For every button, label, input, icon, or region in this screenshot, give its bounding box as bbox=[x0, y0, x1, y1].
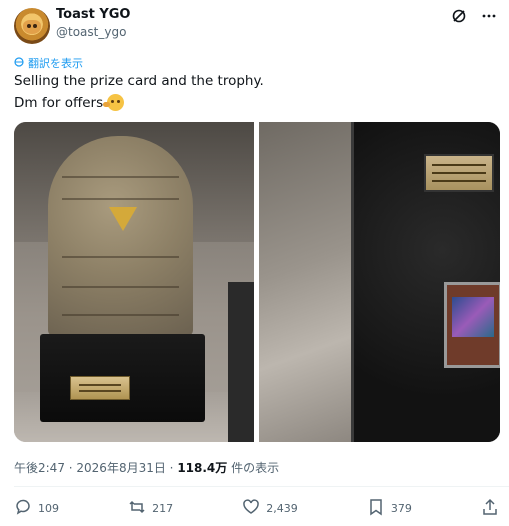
nameplate-text-line bbox=[432, 172, 486, 174]
tweet-text-line2-container: Dm for offers bbox=[14, 94, 125, 111]
author-handle[interactable]: @toast_ygo bbox=[56, 25, 126, 39]
translate-label[interactable]: 翻訳を表示 bbox=[28, 55, 83, 71]
more-icon[interactable] bbox=[479, 6, 499, 26]
tweet-text-line2: Dm for offers bbox=[14, 94, 104, 111]
tablet-carving bbox=[62, 286, 179, 288]
like-icon bbox=[242, 498, 260, 519]
translate-icon bbox=[14, 56, 24, 70]
tweet-time[interactable]: 午後2:47 bbox=[14, 461, 65, 475]
stone-tablet-trophy bbox=[48, 136, 193, 336]
prize-card bbox=[444, 282, 500, 368]
tablet-carving bbox=[62, 198, 179, 200]
view-count: 118.4万 bbox=[177, 461, 228, 475]
translate-link[interactable]: 翻訳を表示 bbox=[14, 55, 83, 71]
tweet-media[interactable] bbox=[14, 122, 500, 442]
repost-count: 217 bbox=[152, 502, 174, 515]
trophy-photo[interactable] bbox=[14, 122, 254, 442]
view-count-label: 件の表示 bbox=[231, 461, 280, 475]
tablet-carving bbox=[62, 256, 179, 258]
grok-icon[interactable] bbox=[449, 6, 469, 26]
share-button[interactable] bbox=[481, 498, 499, 519]
plaque-text-line bbox=[79, 390, 121, 392]
nameplate-text-line bbox=[432, 180, 486, 182]
photo-cloth bbox=[259, 122, 354, 442]
tweet-timestamp[interactable]: 午後2:47 · 2026年8月31日 · 118.4万 件の表示 bbox=[14, 459, 279, 476]
repost-button[interactable]: 217 bbox=[128, 498, 173, 519]
repost-icon bbox=[128, 498, 146, 519]
bookmark-button[interactable]: 379 bbox=[367, 498, 412, 519]
reply-count: 109 bbox=[38, 502, 59, 515]
author-name[interactable]: Toast YGO bbox=[56, 7, 130, 22]
tweet-text-line1: Selling the prize card and the trophy. bbox=[14, 73, 264, 89]
millennium-puzzle-emblem bbox=[109, 207, 137, 231]
tablet-carving bbox=[62, 314, 179, 316]
bookmark-count: 379 bbox=[390, 502, 412, 515]
tweet-top-actions bbox=[449, 6, 499, 26]
share-icon bbox=[481, 498, 499, 519]
display-case bbox=[351, 122, 500, 442]
reply-icon bbox=[14, 498, 32, 519]
photo-box-edge bbox=[228, 282, 254, 442]
like-count: 2,439 bbox=[266, 502, 298, 515]
tablet-carving bbox=[62, 176, 179, 178]
face-emoji-icon bbox=[103, 94, 125, 111]
prize-card-photo[interactable] bbox=[259, 122, 500, 442]
like-button[interactable]: 2,439 bbox=[242, 498, 298, 519]
tweet-action-bar: 109 217 2,439 379 bbox=[14, 498, 499, 519]
avatar-face bbox=[23, 20, 41, 34]
card-art bbox=[452, 297, 494, 337]
plaque-text-line bbox=[79, 384, 121, 386]
tweet-date[interactable]: 2026年8月31日 bbox=[76, 461, 165, 475]
case-nameplate bbox=[424, 154, 494, 192]
avatar-eye bbox=[33, 24, 37, 28]
trophy-plaque bbox=[70, 376, 130, 400]
nameplate-text-line bbox=[432, 164, 486, 166]
avatar-eye bbox=[27, 24, 31, 28]
author-avatar[interactable] bbox=[14, 8, 50, 44]
reply-button[interactable]: 109 bbox=[14, 498, 59, 519]
bookmark-icon bbox=[367, 498, 385, 519]
divider bbox=[14, 486, 509, 487]
